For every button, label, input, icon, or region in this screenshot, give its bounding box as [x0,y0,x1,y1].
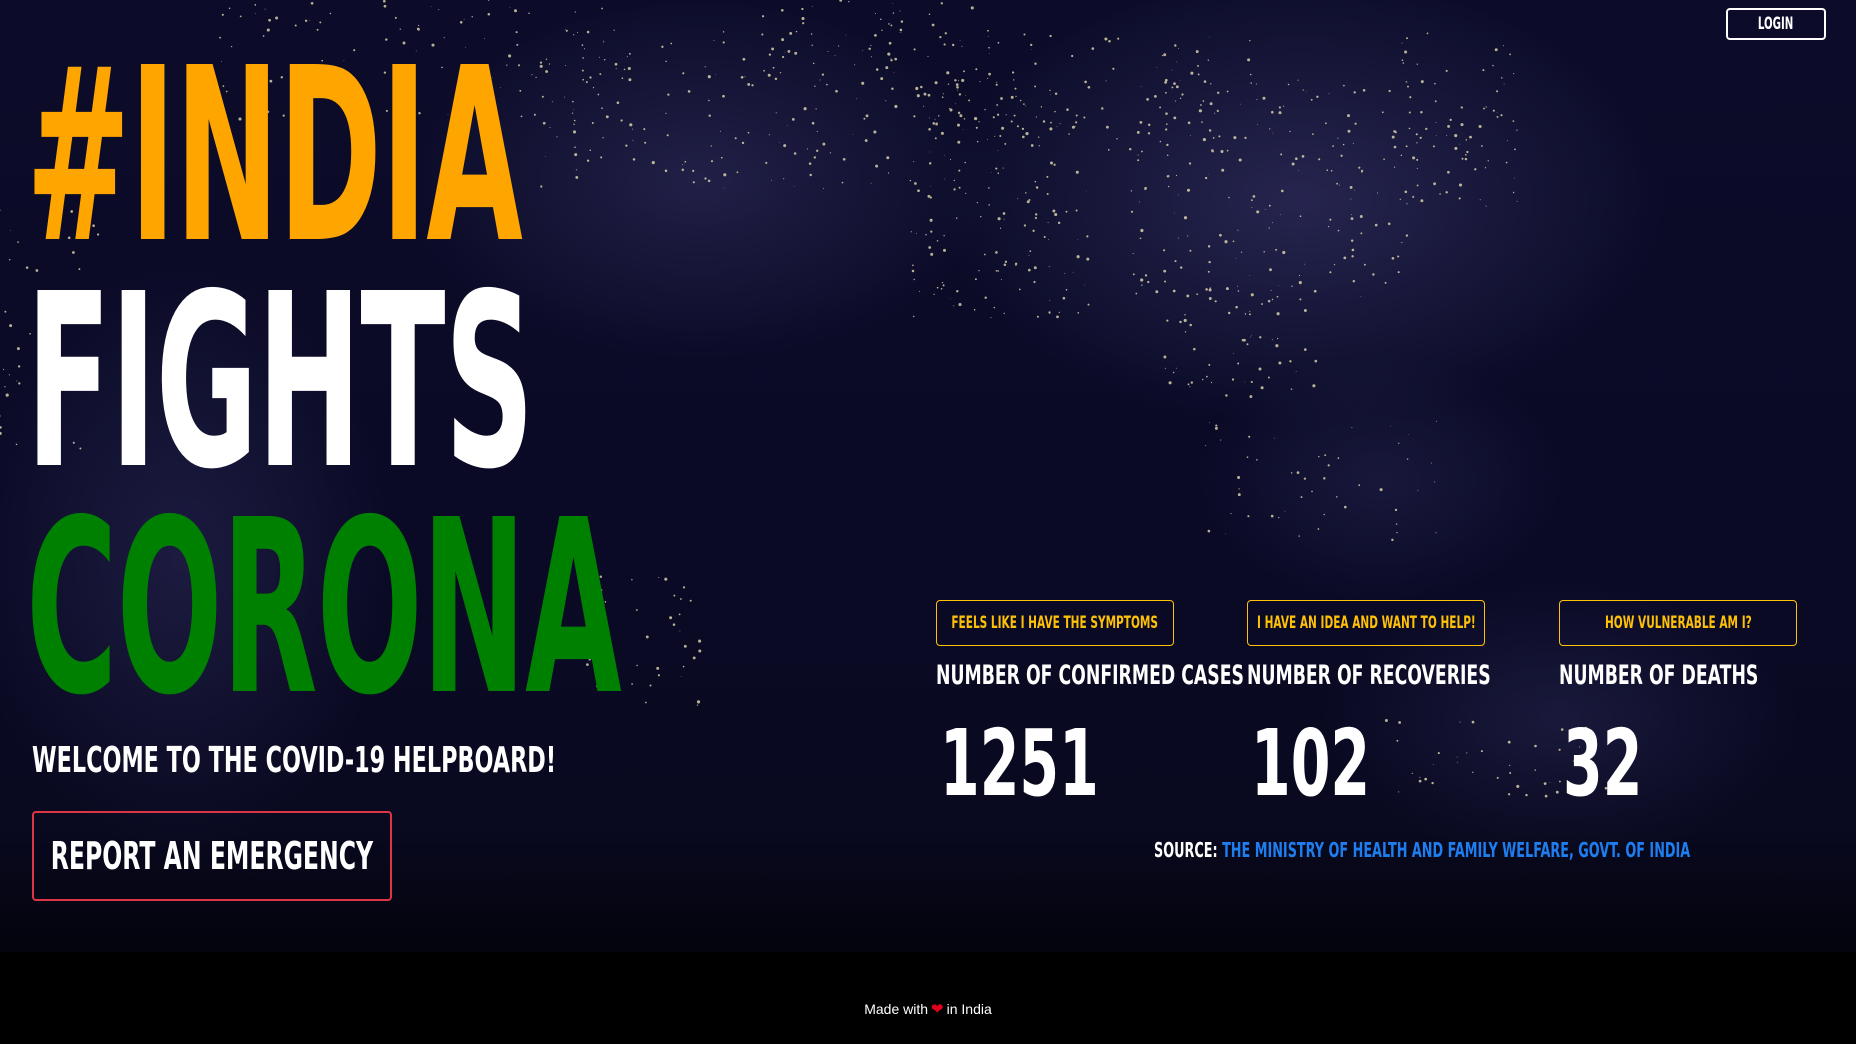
footer-suffix: in India [946,1001,992,1017]
symptoms-button[interactable]: Feels like I have the symptoms [936,600,1174,646]
headline-india: #INDIA [26,16,523,296]
source-line: Source: The Ministry of Health and Famil… [1154,838,1856,862]
login-button[interactable]: Login [1726,8,1826,40]
heart-icon: ❤ [931,1001,944,1018]
footer-prefix: Made with [864,1001,929,1017]
stat-confirmed: Feels like I have the symptoms Number of… [936,600,1244,817]
confirmed-label: Number of Confirmed Cases [936,660,1244,691]
headline-fights: FIGHTS [26,242,534,522]
login-label: Login [1758,14,1794,34]
footer: Made with ❤ in India [0,952,1856,1044]
page: Login #INDIA FIGHTS CORONA Welcome to th… [0,0,1856,1044]
source-label: Source: [1154,838,1218,862]
source-link[interactable]: The Ministry of Health and Family Welfar… [1222,838,1690,862]
deaths-value: 32 [1563,710,1643,817]
stat-deaths: How vulnerable am I? Number of Deaths 32 [1559,600,1799,810]
report-emergency-button[interactable]: Report an Emergency [32,811,392,901]
deaths-label: Number of Deaths [1559,660,1759,691]
confirmed-value: 1251 [940,710,1099,817]
vulnerability-button[interactable]: How vulnerable am I? [1559,600,1797,646]
idea-help-button[interactable]: I have an idea and want to help! [1247,600,1485,646]
recoveries-value: 102 [1251,710,1371,817]
stat-recoveries: I have an idea and want to help! Number … [1247,600,1491,817]
recoveries-label: Number of Recoveries [1247,660,1491,691]
welcome-text: Welcome to the COVID-19 Helpboard! [32,740,556,781]
